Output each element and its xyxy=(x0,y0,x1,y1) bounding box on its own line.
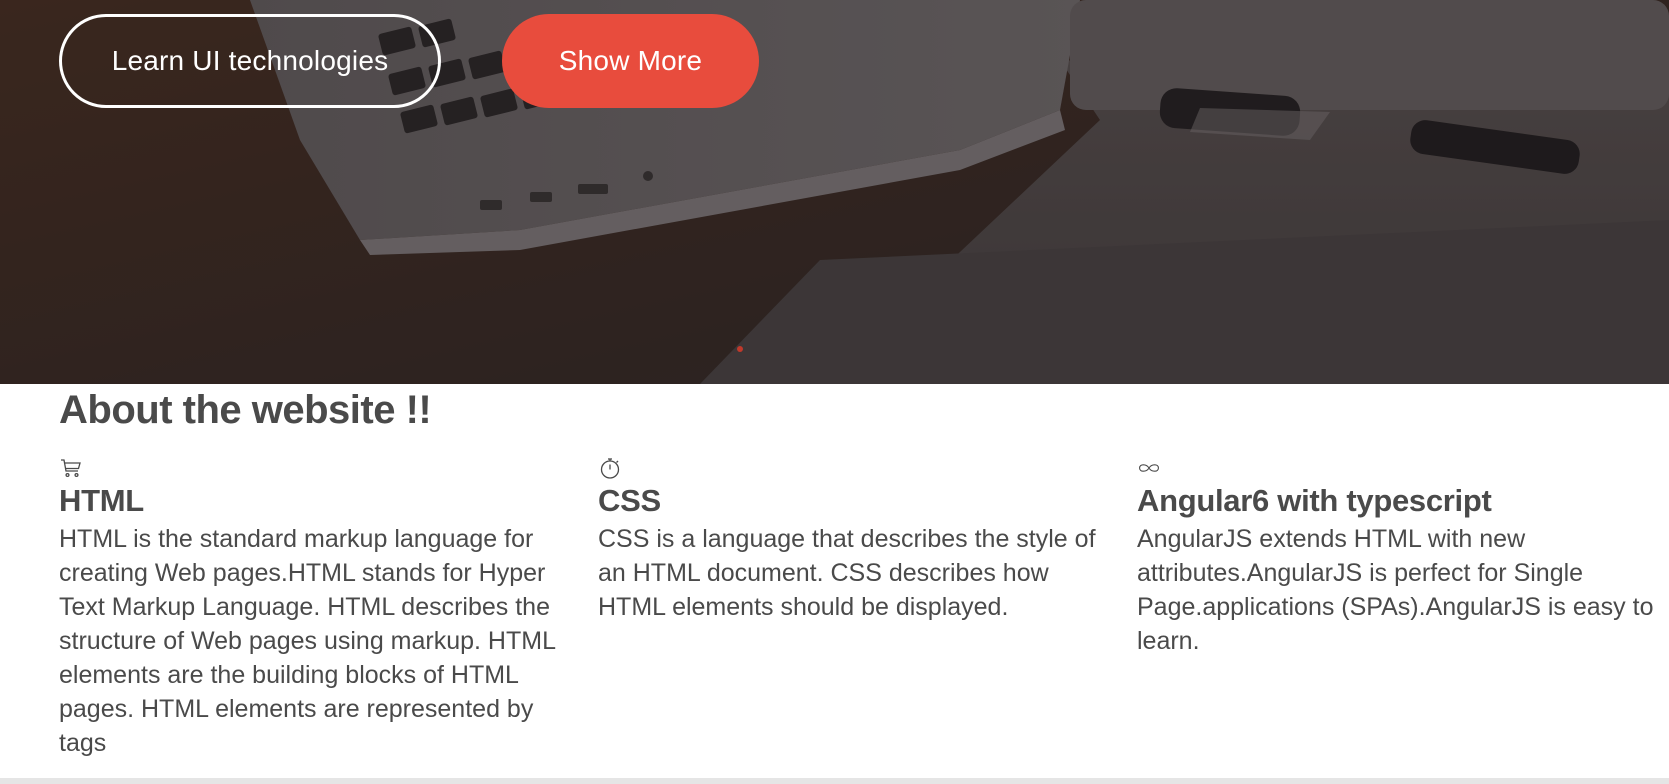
feature-title: Angular6 with typescript xyxy=(1137,483,1492,518)
infinity-icon xyxy=(1139,464,1159,472)
cart-icon xyxy=(61,459,81,478)
learn-ui-technologies-button[interactable]: Learn UI technologies xyxy=(59,14,441,108)
show-more-button[interactable]: Show More xyxy=(502,14,759,108)
hero-banner: Learn UI technologies Show More xyxy=(0,0,1669,384)
feature-title: CSS xyxy=(598,483,661,518)
feature-title: HTML xyxy=(59,483,144,518)
feature-description: HTML is the standard markup language for… xyxy=(59,525,556,757)
footer-divider xyxy=(0,778,1669,784)
about-section: About the website !! HTML HTML is the st… xyxy=(0,384,1669,778)
learn-ui-technologies-label: Learn UI technologies xyxy=(111,45,389,76)
show-more-label: Show More xyxy=(558,45,703,76)
about-title: About the website !! xyxy=(59,388,432,432)
stopwatch-icon xyxy=(600,458,620,479)
feature-description: AngularJS extends HTML with new attribut… xyxy=(1137,525,1654,655)
carousel-indicator[interactable] xyxy=(737,346,743,352)
feature-angular: Angular6 with typescript AngularJS exten… xyxy=(1137,456,1657,658)
feature-css: CSS CSS is a language that describes the… xyxy=(598,456,1098,624)
feature-html: HTML HTML is the standard markup languag… xyxy=(59,456,559,760)
feature-description: CSS is a language that describes the sty… xyxy=(598,525,1096,621)
